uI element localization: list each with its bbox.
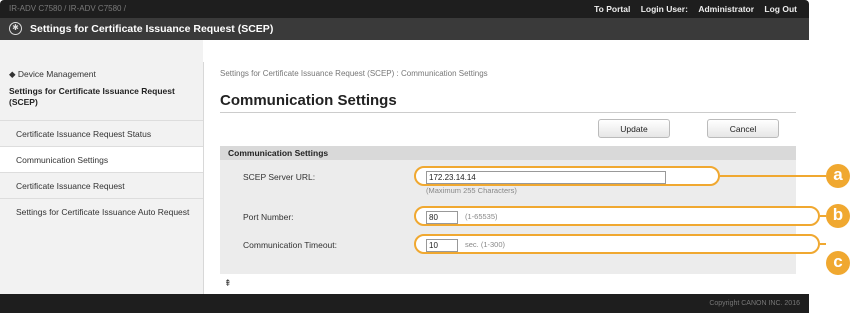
device-management-link[interactable]: ◆ Device Management [9, 69, 96, 80]
callout-c: c [826, 251, 850, 275]
sidebar-item-communication-settings[interactable]: Communication Settings [0, 146, 203, 172]
callout-b: b [826, 204, 850, 228]
callout-a-leader [720, 175, 826, 177]
scep-url-input[interactable] [426, 171, 666, 184]
timeout-unit: sec. (1-300) [465, 240, 506, 249]
breadcrumb: Settings for Certificate Issuance Reques… [220, 69, 488, 78]
top-bar: IR-ADV C7580 / IR-ADV C7580 / To Portal … [0, 0, 809, 18]
sidebar-section-title[interactable]: Settings for Certificate Issuance Reques… [9, 86, 194, 108]
title-divider [220, 112, 796, 113]
timeout-label: Communication Timeout: [243, 240, 338, 250]
sidebar-item-issuance-request[interactable]: Certificate Issuance Request [0, 172, 203, 198]
device-path: IR-ADV C7580 / IR-ADV C7580 / [9, 4, 126, 13]
port-label: Port Number: [243, 212, 294, 222]
timeout-input[interactable] [426, 239, 458, 252]
cancel-button[interactable]: Cancel [707, 119, 779, 138]
scep-url-label: SCEP Server URL: [243, 172, 316, 182]
sidebar-item-auto-request[interactable]: Settings for Certificate Issuance Auto R… [0, 198, 203, 238]
top-links: To Portal Login User: Administrator Log … [586, 4, 797, 14]
scep-url-hint: (Maximum 255 Characters) [426, 186, 517, 195]
footer [0, 294, 809, 313]
update-button[interactable]: Update [598, 119, 670, 138]
sidebar-top [0, 40, 203, 62]
app-title: Settings for Certificate Issuance Reques… [30, 23, 274, 35]
login-user-name: Administrator [698, 4, 755, 14]
panel-title: Communication Settings [228, 148, 329, 158]
scep-url-field [414, 166, 720, 186]
to-portal-link[interactable]: To Portal [594, 4, 630, 14]
copyright: Copyright CANON INC. 2016 [709, 300, 800, 307]
page-top-icon[interactable]: ⇞ [224, 278, 232, 289]
logout-link[interactable]: Log Out [764, 4, 797, 14]
login-user-label: Login User: [640, 4, 688, 14]
sidebar-item-issuance-status[interactable]: Certificate Issuance Request Status [0, 120, 203, 146]
callout-a: a [826, 164, 850, 188]
port-hint: (1-65535) [465, 212, 498, 221]
callout-c-leader [820, 243, 826, 245]
settings-cog-icon: ✱ [9, 22, 22, 35]
port-input[interactable] [426, 211, 458, 224]
title-bar: ✱ Settings for Certificate Issuance Requ… [0, 18, 809, 40]
page-title: Communication Settings [220, 92, 397, 109]
